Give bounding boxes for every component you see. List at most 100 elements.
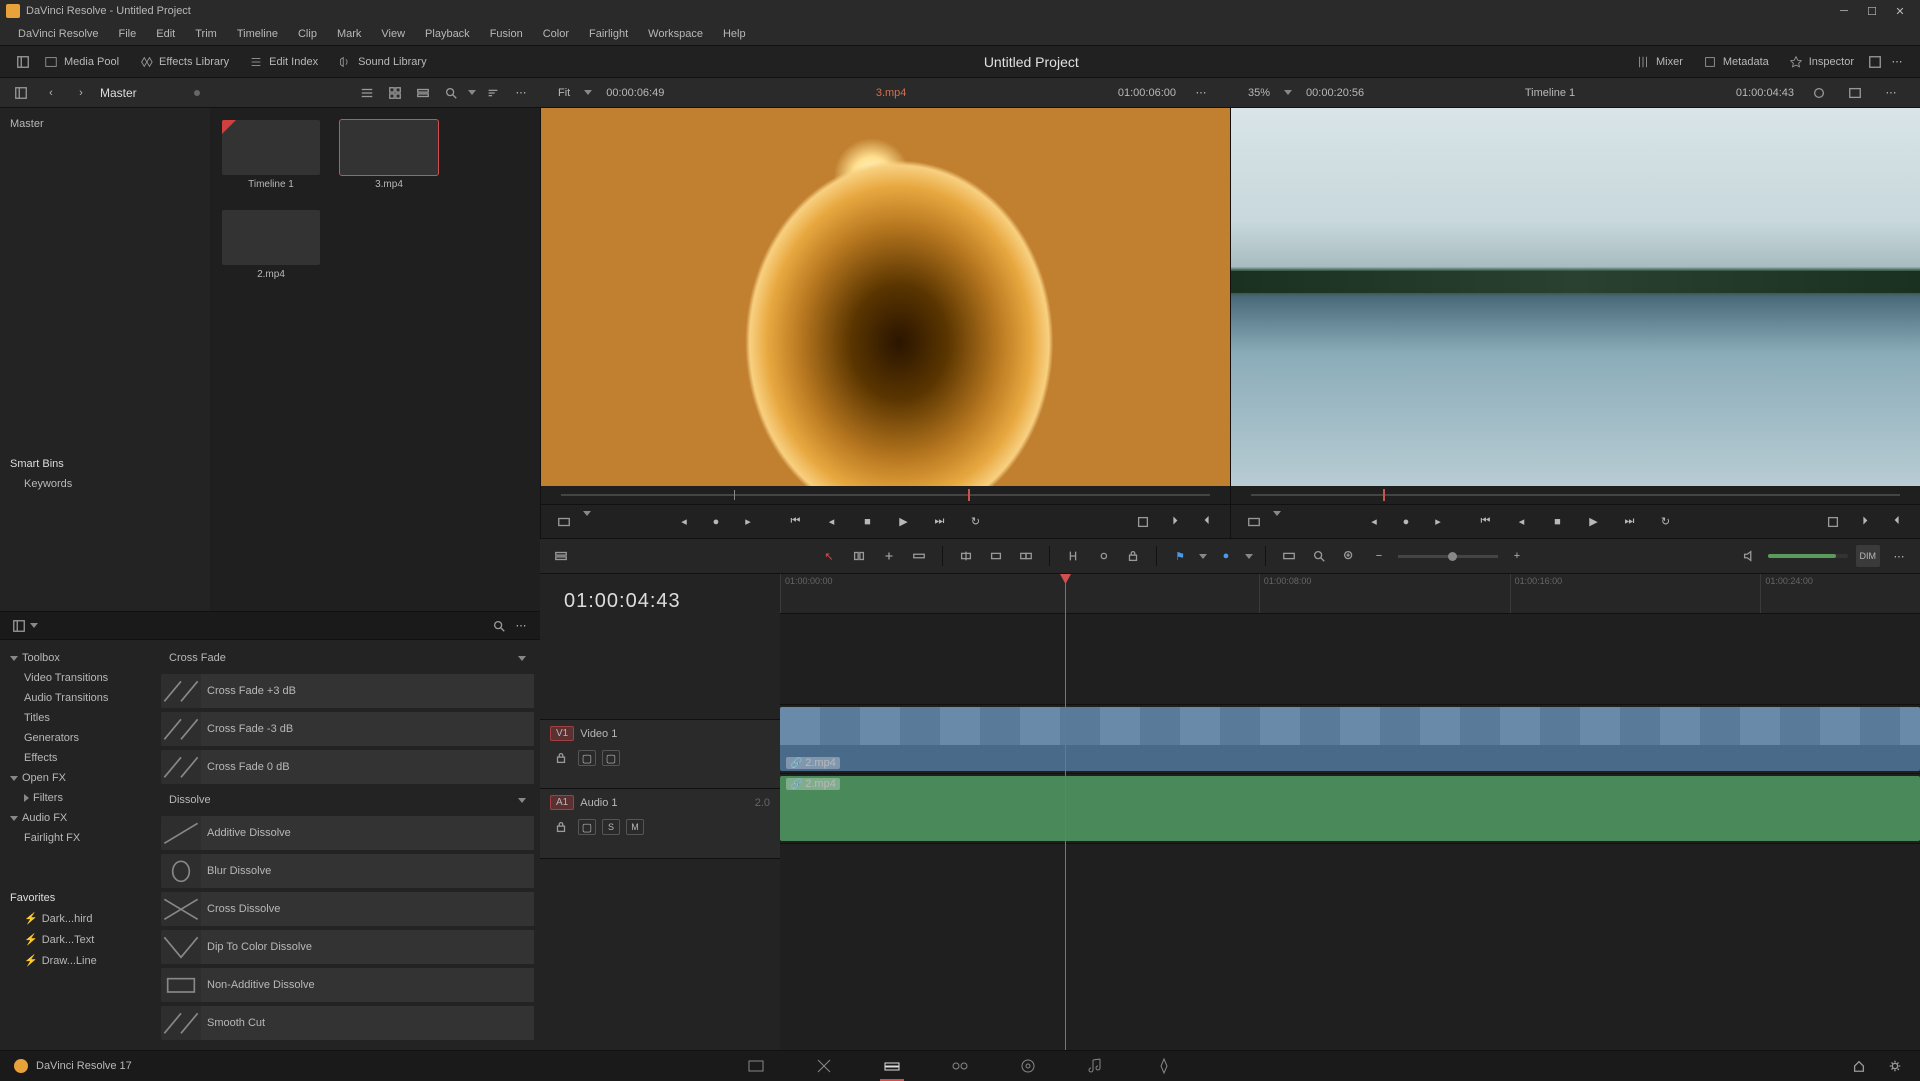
- program-mode-icon[interactable]: [1241, 511, 1267, 533]
- snap-icon[interactable]: [1062, 545, 1084, 567]
- zoom-detail-icon[interactable]: [1308, 545, 1330, 567]
- p-out-icon[interactable]: ⏴: [1884, 511, 1910, 533]
- effect-additive-dissolve[interactable]: Additive Dissolve: [161, 816, 534, 850]
- zoom-chevron-icon[interactable]: [1284, 90, 1292, 95]
- menu-trim[interactable]: Trim: [185, 28, 227, 40]
- blade-tool-icon[interactable]: [908, 545, 930, 567]
- pool-more-icon[interactable]: ⋯: [510, 82, 532, 104]
- volume-slider[interactable]: [1768, 554, 1848, 558]
- timeline-ruler[interactable]: 01:00:00:00 01:00:08:00 01:00:16:00 01:0…: [780, 574, 1920, 614]
- next-edit-icon[interactable]: ▸: [735, 511, 761, 533]
- zoom-dropdown[interactable]: 35%: [1248, 87, 1270, 99]
- v1-lock-icon[interactable]: [550, 747, 572, 769]
- insert-icon[interactable]: [955, 545, 977, 567]
- clip-2mp4[interactable]: 2.mp4: [222, 210, 320, 280]
- marker-chevron-icon[interactable]: [1245, 554, 1253, 559]
- effect-crossfade-0[interactable]: Cross Fade 0 dB: [161, 750, 534, 784]
- link-icon[interactable]: [1092, 545, 1114, 567]
- page-fairlight[interactable]: [1082, 1052, 1110, 1080]
- timeline-timecode[interactable]: 01:00:04:43: [540, 574, 780, 629]
- menu-clip[interactable]: Clip: [288, 28, 327, 40]
- fav-3[interactable]: ⚡ Draw...Line: [10, 950, 145, 971]
- cat-filters[interactable]: Filters: [10, 788, 145, 808]
- a1-mute-icon[interactable]: M: [626, 819, 644, 835]
- cat-video-transitions[interactable]: Video Transitions: [10, 668, 145, 688]
- menu-view[interactable]: View: [371, 28, 415, 40]
- grid-view-icon[interactable]: [384, 82, 406, 104]
- prev-frame-icon[interactable]: ◂: [819, 511, 845, 533]
- effects-library-button[interactable]: Effects Library: [129, 46, 239, 78]
- chevron-left-icon[interactable]: ‹: [40, 82, 62, 104]
- menu-timeline[interactable]: Timeline: [227, 28, 288, 40]
- p-in-icon[interactable]: ⏵: [1852, 511, 1878, 533]
- source-mode-icon[interactable]: [551, 511, 577, 533]
- edit-index-button[interactable]: Edit Index: [239, 46, 328, 78]
- minimize-button[interactable]: ─: [1830, 0, 1858, 22]
- strip-view-icon[interactable]: [412, 82, 434, 104]
- v1-auto-icon[interactable]: ▢: [578, 750, 596, 766]
- p-next-edit-icon[interactable]: ▸: [1425, 511, 1451, 533]
- clip-3mp4[interactable]: 3.mp4: [340, 120, 438, 190]
- marker-icon[interactable]: ●: [1215, 545, 1237, 567]
- a1-solo-icon[interactable]: S: [602, 819, 620, 835]
- close-button[interactable]: ✕: [1886, 0, 1914, 22]
- fit-dropdown[interactable]: Fit: [558, 87, 570, 99]
- pmode-chevron-icon[interactable]: [1273, 511, 1281, 516]
- p-prev-edit-icon[interactable]: ◂: [1361, 511, 1387, 533]
- p-play-icon[interactable]: ▶: [1581, 511, 1607, 533]
- page-edit[interactable]: [878, 1052, 906, 1080]
- menu-edit[interactable]: Edit: [146, 28, 185, 40]
- menu-help[interactable]: Help: [713, 28, 756, 40]
- flag-icon[interactable]: ⚑: [1169, 545, 1191, 567]
- effects-chevron-icon[interactable]: [30, 623, 38, 628]
- sort-icon[interactable]: [482, 82, 504, 104]
- audio-clip[interactable]: 🔗 2.mp4: [780, 776, 1920, 841]
- toolbox-header[interactable]: Toolbox: [10, 648, 145, 668]
- metadata-button[interactable]: Metadata: [1693, 46, 1779, 78]
- chevron-right-icon[interactable]: ›: [70, 82, 92, 104]
- menu-davinci[interactable]: DaVinci Resolve: [8, 28, 109, 40]
- p-match-icon[interactable]: [1820, 511, 1846, 533]
- settings-icon[interactable]: [1884, 1055, 1906, 1077]
- mixer-button[interactable]: Mixer: [1626, 46, 1693, 78]
- page-color[interactable]: [1014, 1052, 1042, 1080]
- zoom-slider[interactable]: [1398, 555, 1498, 558]
- playhead[interactable]: [1065, 574, 1066, 1050]
- effect-blur-dissolve[interactable]: Blur Dissolve: [161, 854, 534, 888]
- lock-icon[interactable]: [1122, 545, 1144, 567]
- flag-chevron-icon[interactable]: [1199, 554, 1207, 559]
- menu-fairlight[interactable]: Fairlight: [579, 28, 638, 40]
- in-icon[interactable]: ⏵: [1162, 511, 1188, 533]
- video-clip[interactable]: 🔗 2.mp4: [780, 707, 1920, 771]
- sound-library-button[interactable]: Sound Library: [328, 46, 437, 78]
- fit-chevron-icon[interactable]: [584, 90, 592, 95]
- timeline-name[interactable]: Timeline 1: [1378, 87, 1722, 99]
- fav-2[interactable]: ⚡ Dark...Text: [10, 929, 145, 950]
- bin-keywords[interactable]: Keywords: [10, 474, 200, 494]
- mark-icon[interactable]: ●: [703, 511, 729, 533]
- inspector-button[interactable]: Inspector: [1779, 46, 1864, 78]
- menu-fusion[interactable]: Fusion: [480, 28, 533, 40]
- page-fusion[interactable]: [946, 1052, 974, 1080]
- p-next-frame-icon[interactable]: ⏭: [1617, 511, 1643, 533]
- play-icon[interactable]: ▶: [891, 511, 917, 533]
- a1-badge[interactable]: A1: [550, 795, 574, 810]
- menu-color[interactable]: Color: [533, 28, 579, 40]
- source-scrubber[interactable]: [541, 486, 1230, 504]
- effect-non-additive[interactable]: Non-Additive Dissolve: [161, 968, 534, 1002]
- cat-audiofx[interactable]: Audio FX: [10, 808, 145, 828]
- loop-icon[interactable]: ↻: [963, 511, 989, 533]
- media-pool-button[interactable]: Media Pool: [34, 46, 129, 78]
- v1-disable-icon[interactable]: ▢: [602, 750, 620, 766]
- cat-fairlightfx[interactable]: Fairlight FX: [10, 828, 145, 848]
- fullscreen-icon[interactable]: [1864, 51, 1886, 73]
- tl-more-icon[interactable]: ⋯: [1888, 545, 1910, 567]
- search-dropdown-icon[interactable]: [468, 90, 476, 95]
- arrow-tool-icon[interactable]: ↖: [818, 545, 840, 567]
- menu-file[interactable]: File: [109, 28, 147, 40]
- program-more-icon[interactable]: ⋯: [1880, 82, 1902, 104]
- effects-sidebar-icon[interactable]: [8, 615, 30, 637]
- effect-cross-dissolve[interactable]: Cross Dissolve: [161, 892, 534, 926]
- timeline-tracks[interactable]: 01:00:00:00 01:00:08:00 01:00:16:00 01:0…: [780, 574, 1920, 1050]
- a1-auto-icon[interactable]: ▢: [578, 819, 596, 835]
